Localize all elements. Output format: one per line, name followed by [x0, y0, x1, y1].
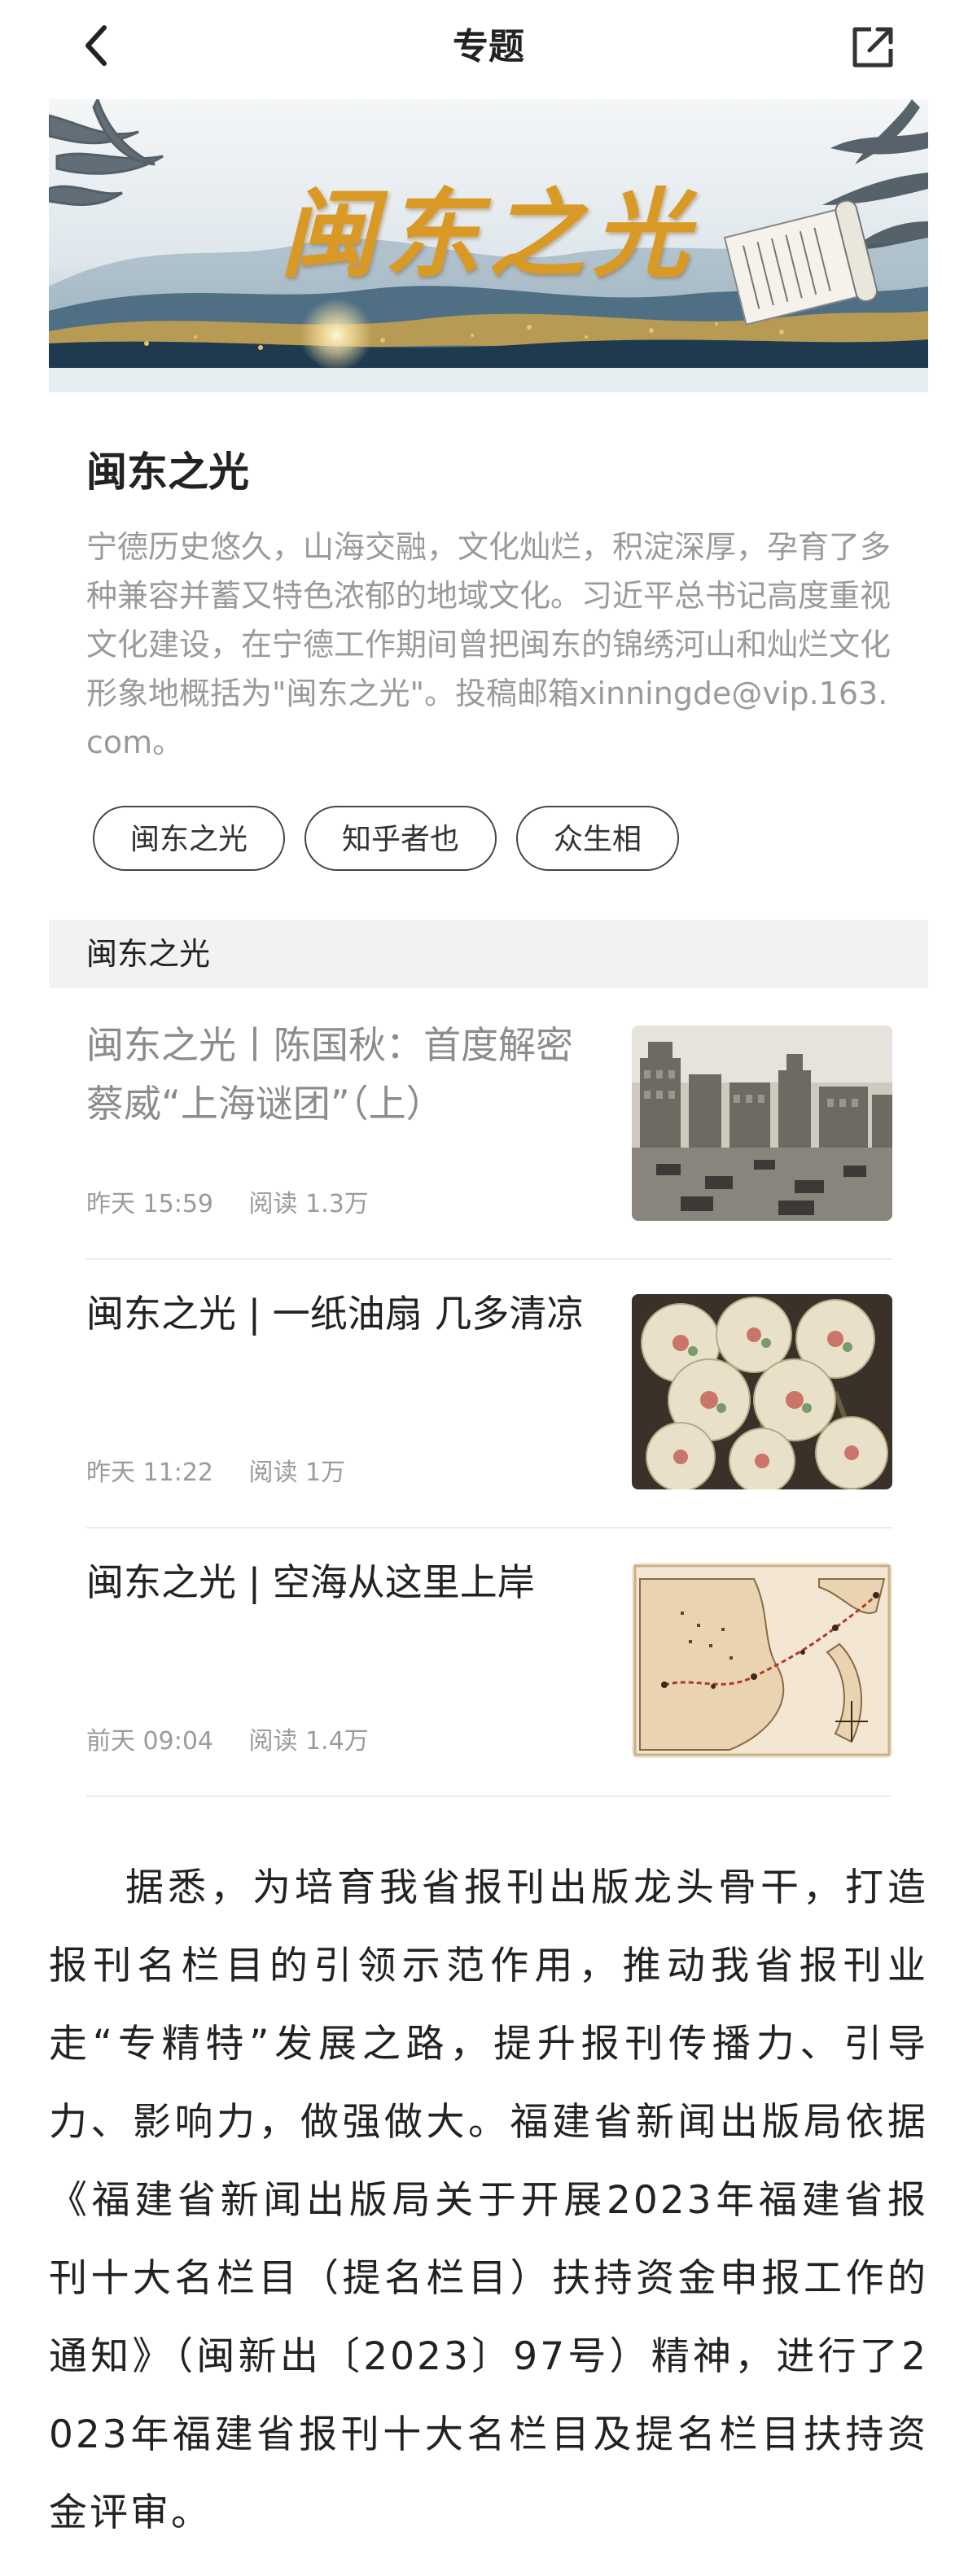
page-title: 专题 — [453, 26, 524, 68]
article-meta: 昨天 15:59 阅读 1.3万 — [86, 1188, 396, 1221]
section-header-label: 闽东之光 — [86, 936, 211, 972]
article-meta: 前天 09:04 阅读 1.4万 — [86, 1725, 396, 1758]
share-icon[interactable] — [847, 21, 899, 73]
article-reads: 阅读 1万 — [248, 1459, 346, 1487]
section-header: 闽东之光 — [49, 920, 928, 988]
article-time: 前天 09:04 — [86, 1727, 213, 1756]
article-list-item[interactable]: 闽东之光 | 一纸油扇 几多清凉 昨天 11:22 阅读 1万 — [86, 1284, 892, 1553]
topic-description: 宁德历史悠久，山海交融，文化灿烂，积淀深厚，孕育了多种兼容并蓄又特色浓郁的地域文… — [86, 529, 892, 760]
article-time: 昨天 15:59 — [86, 1190, 213, 1218]
article-body-paragraph: 据悉，为培育我省报刊出版龙头骨干，打造报刊名栏目的引领示范作用，推动我省报刊业走… — [49, 1865, 928, 2535]
article-list-item[interactable]: 闽东之光丨陈国秋：首度解密蔡威“上海谜团”（上） 昨天 15:59 阅读 1.3… — [86, 1016, 892, 1284]
topic-title: 闽东之光 — [86, 448, 249, 496]
article-list-item[interactable]: 闽东之光 | 空海从这里上岸 前天 09:04 阅读 1.4万 — [86, 1553, 892, 1822]
tag-button[interactable]: 知乎者也 — [304, 806, 497, 871]
article-thumbnail — [632, 1563, 892, 1758]
article-title: 闽东之光丨陈国秋：首度解密蔡威“上海谜团”（上） — [86, 1023, 573, 1126]
article-title: 闽东之光 | 一纸油扇 几多清凉 — [86, 1292, 585, 1336]
article-reads: 阅读 1.3万 — [248, 1190, 369, 1218]
divider — [86, 1258, 892, 1260]
banner-title: 闽东之光 — [279, 177, 697, 291]
article-reads: 阅读 1.4万 — [248, 1727, 369, 1756]
divider — [86, 1795, 892, 1797]
tag-button[interactable]: 众生相 — [516, 806, 680, 871]
topic-banner: 闽东之光 — [49, 99, 928, 392]
article-title: 闽东之光 | 空海从这里上岸 — [86, 1560, 535, 1604]
article-time: 昨天 11:22 — [86, 1459, 213, 1487]
article-thumbnail — [632, 1026, 892, 1221]
article-thumbnail — [632, 1294, 892, 1489]
tag-button[interactable]: 闽东之光 — [93, 806, 286, 871]
divider — [86, 1527, 892, 1529]
top-bar: 专题 — [0, 0, 977, 96]
tag-list: 闽东之光 知乎者也 众生相 — [93, 806, 680, 871]
article-meta: 昨天 11:22 阅读 1万 — [86, 1457, 373, 1489]
